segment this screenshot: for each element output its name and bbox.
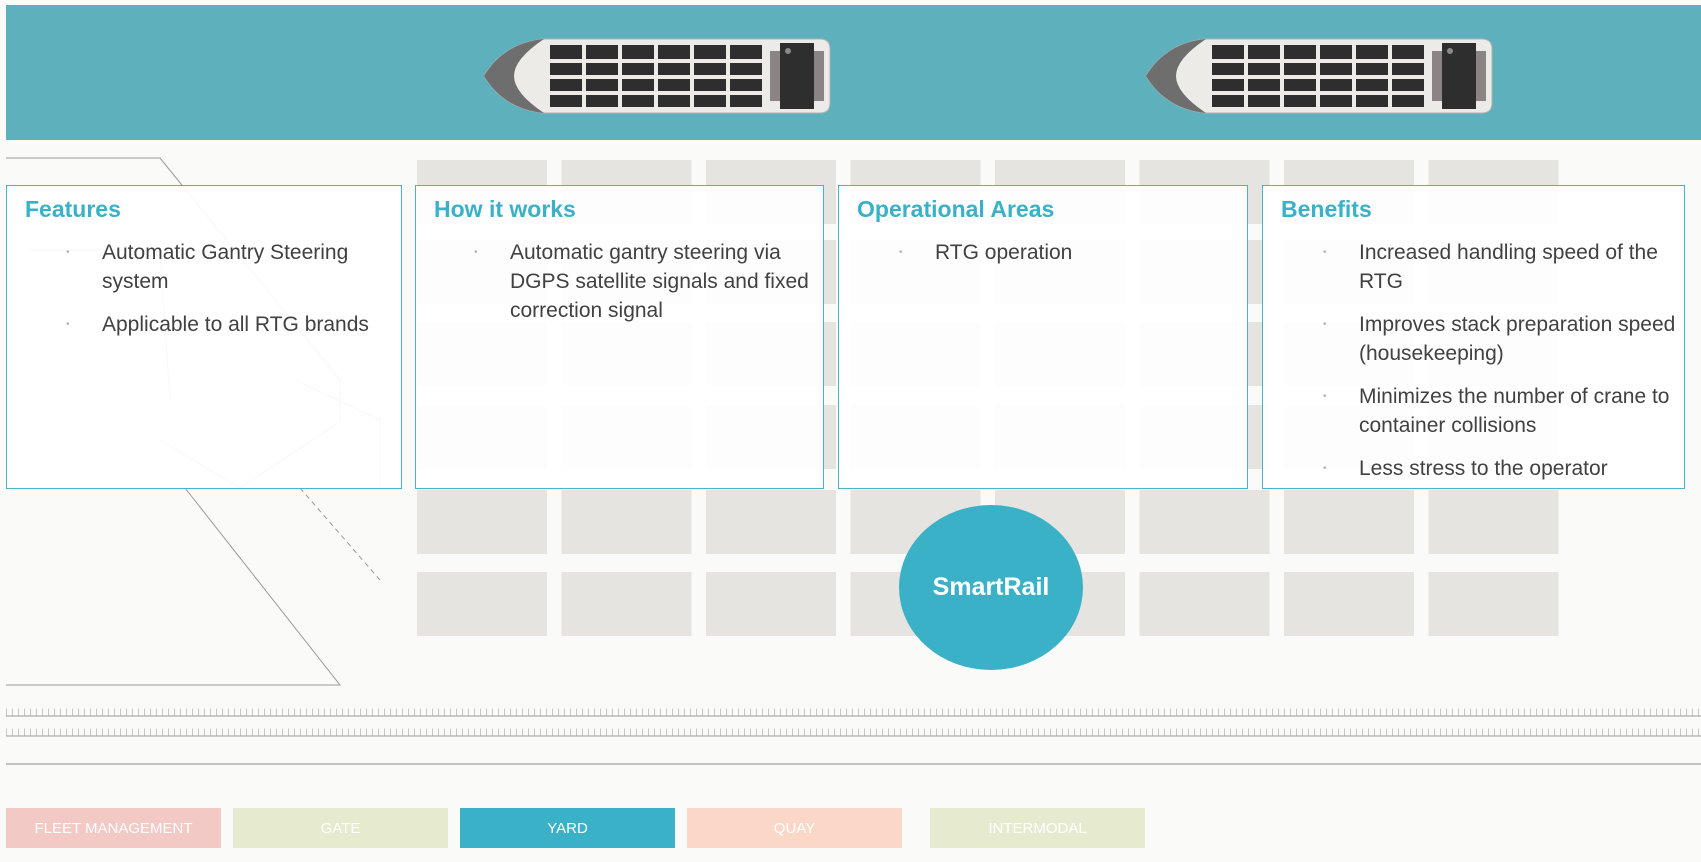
operational-areas-list: RTG operation bbox=[899, 238, 1235, 281]
rail-tracks bbox=[6, 708, 1701, 765]
container-block bbox=[417, 490, 547, 554]
list-item: Increased handling speed of the RTG bbox=[1323, 238, 1677, 296]
container-block bbox=[417, 572, 547, 636]
hub-label: SmartRail bbox=[932, 573, 1050, 601]
tab-intermodal[interactable]: INTERMODAL bbox=[930, 808, 1145, 848]
container-block bbox=[561, 572, 692, 636]
how-it-works-title: How it works bbox=[434, 196, 576, 222]
container-block bbox=[561, 490, 692, 554]
features-list: Automatic Gantry Steering system Applica… bbox=[66, 238, 372, 353]
how-it-works-panel: How it works Automatic gantry steering v… bbox=[415, 185, 824, 489]
benefits-title: Benefits bbox=[1281, 196, 1372, 222]
operational-areas-panel: Operational Areas RTG operation bbox=[838, 185, 1248, 489]
container-block bbox=[706, 490, 836, 554]
how-it-works-list: Automatic gantry steering via DGPS satel… bbox=[474, 238, 810, 339]
tab-quay[interactable]: QUAY bbox=[687, 808, 902, 848]
container-block bbox=[1139, 572, 1270, 636]
list-item: Automatic Gantry Steering system bbox=[66, 238, 372, 296]
smartrail-hub: SmartRail bbox=[899, 505, 1083, 670]
tab-fleet-management[interactable]: FLEET MANAGEMENT bbox=[6, 808, 221, 848]
list-item: Automatic gantry steering via DGPS satel… bbox=[474, 238, 810, 325]
terminal-background: Features Automatic Gantry Steering syste… bbox=[0, 0, 1701, 862]
tab-label: GATE bbox=[320, 819, 361, 837]
tab-label: INTERMODAL bbox=[988, 819, 1087, 837]
container-block bbox=[1284, 490, 1414, 554]
tab-gate[interactable]: GATE bbox=[233, 808, 448, 848]
features-panel: Features Automatic Gantry Steering syste… bbox=[6, 185, 402, 489]
container-block bbox=[1428, 572, 1559, 636]
list-item: Minimizes the number of crane to contain… bbox=[1323, 382, 1677, 440]
features-title: Features bbox=[25, 196, 121, 222]
tab-yard[interactable]: YARD bbox=[460, 808, 675, 848]
tab-label: QUAY bbox=[773, 819, 816, 837]
container-block bbox=[706, 572, 836, 636]
tab-label: YARD bbox=[547, 819, 588, 837]
list-item: RTG operation bbox=[899, 238, 1235, 267]
container-block bbox=[1139, 490, 1270, 554]
container-block bbox=[1428, 490, 1559, 554]
list-item: Applicable to all RTG brands bbox=[66, 310, 372, 339]
list-item: Improves stack preparation speed (housek… bbox=[1323, 310, 1677, 368]
benefits-list: Increased handling speed of the RTG Impr… bbox=[1323, 238, 1677, 497]
operational-areas-title: Operational Areas bbox=[857, 196, 1055, 222]
tab-label: FLEET MANAGEMENT bbox=[34, 819, 193, 837]
benefits-panel: Benefits Increased handling speed of the… bbox=[1262, 185, 1685, 489]
container-block bbox=[1284, 572, 1414, 636]
list-item: Less stress to the operator bbox=[1323, 454, 1677, 483]
